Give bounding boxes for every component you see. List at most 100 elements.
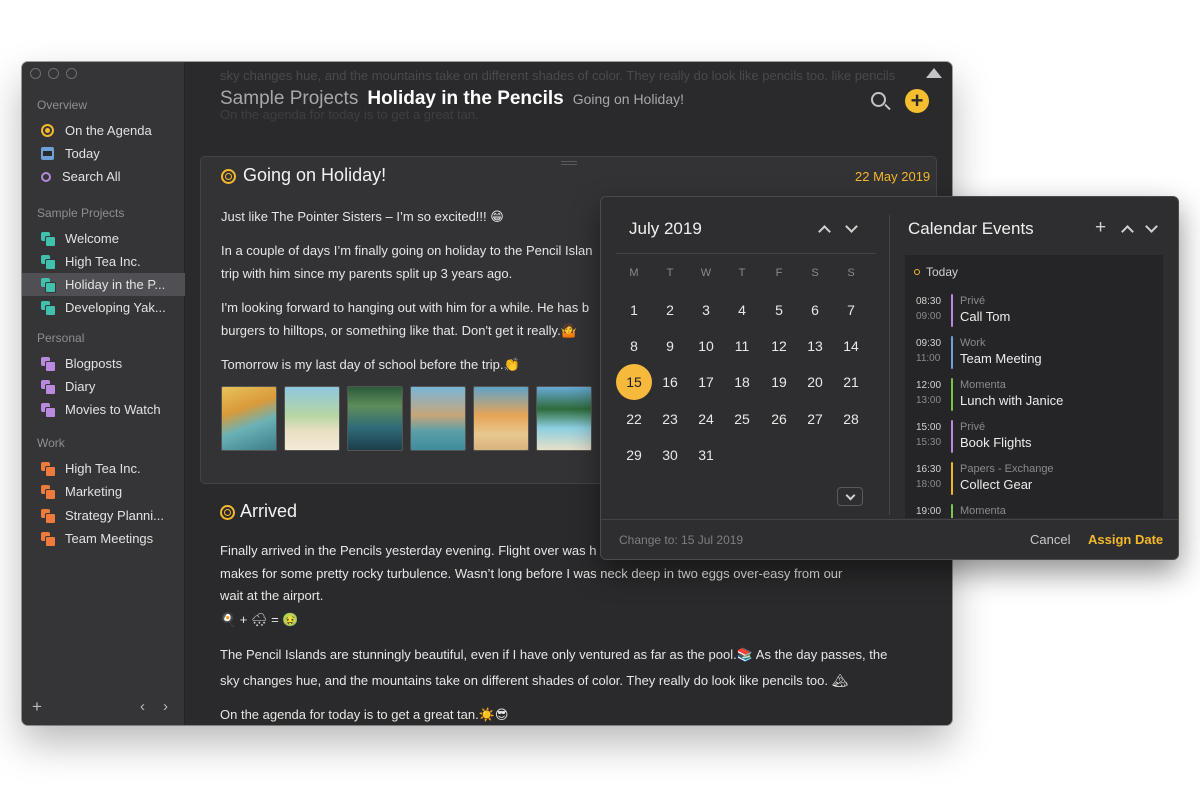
image-thumbnail[interactable] [284, 386, 340, 451]
calendar-day[interactable]: 18 [724, 364, 760, 400]
sidebar-item-label: Movies to Watch [65, 402, 161, 417]
calendar-day[interactable]: 24 [688, 401, 724, 437]
calendar-day[interactable]: 20 [797, 364, 833, 400]
calendar-day[interactable]: 29 [616, 437, 652, 473]
sidebar-item-today[interactable]: Today [22, 142, 185, 165]
image-gallery [221, 386, 592, 451]
event-calendar: Privé [960, 295, 986, 307]
minimize-window-button[interactable] [48, 68, 59, 79]
event-calendar-color [951, 294, 953, 327]
breadcrumb-project[interactable]: Sample Projects [220, 88, 358, 110]
sidebar-item-team-meetings[interactable]: Team Meetings [22, 527, 185, 550]
image-thumbnail[interactable] [536, 386, 592, 451]
event-item[interactable]: 12:00 13:00 Momenta Lunch with Janice [905, 376, 1163, 414]
zoom-window-button[interactable] [66, 68, 77, 79]
sidebar-item-developing-yak[interactable]: Developing Yak... [22, 296, 185, 319]
image-thumbnail[interactable] [221, 386, 277, 451]
calendar-day[interactable]: 6 [797, 292, 833, 328]
calendar-day[interactable]: 27 [797, 401, 833, 437]
calendar-day[interactable]: 28 [833, 401, 869, 437]
image-thumbnail[interactable] [347, 386, 403, 451]
sidebar-item-search-all[interactable]: Search All [22, 165, 185, 188]
calendar-day[interactable]: 7 [833, 292, 869, 328]
chevron-up-icon[interactable] [1121, 225, 1134, 238]
calendar-day[interactable]: 13 [797, 328, 833, 364]
assign-date-button[interactable]: Assign Date [1088, 532, 1163, 547]
search-icon[interactable] [871, 92, 886, 107]
add-project-button[interactable]: + [32, 697, 42, 717]
sidebar-item-label: On the Agenda [65, 123, 152, 138]
calendar-day[interactable]: 21 [833, 364, 869, 400]
event-item[interactable]: 16:30 18:00 Papers - Exchange Collect Ge… [905, 460, 1163, 498]
page-title[interactable]: Holiday in the Pencils [367, 88, 563, 110]
weekday-label: T [738, 267, 746, 279]
note-paragraph: On the agenda for today is to get a grea… [220, 707, 509, 722]
event-item[interactable]: 15:00 15:30 Privé Book Flights [905, 418, 1163, 456]
sidebar-item-label: Blogposts [65, 356, 123, 371]
event-item[interactable]: 19:00 Momenta [905, 502, 1163, 518]
calendar-day[interactable]: 2 [652, 292, 688, 328]
events-title: Calendar Events [908, 219, 1034, 238]
calendar-day[interactable]: 31 [688, 437, 724, 473]
calendar-day[interactable]: 1 [616, 292, 652, 328]
agenda-status-icon[interactable] [221, 169, 236, 184]
calendar-day[interactable]: 8 [616, 328, 652, 364]
chevron-up-icon[interactable] [818, 225, 831, 238]
calendar-day[interactable]: 22 [616, 401, 652, 437]
cancel-button[interactable]: Cancel [1030, 532, 1070, 547]
calendar-day[interactable]: 10 [688, 328, 724, 364]
image-thumbnail[interactable] [473, 386, 529, 451]
expand-calendar-button[interactable] [837, 487, 863, 506]
event-item[interactable]: 08:30 09:00 Privé Call Tom [905, 292, 1163, 330]
sidebar-item-marketing[interactable]: Marketing [22, 480, 185, 503]
back-button[interactable]: ‹ [140, 698, 145, 715]
sidebar-item-on-the-agenda[interactable]: On the Agenda [22, 119, 185, 142]
event-start: 12:00 [916, 380, 942, 391]
sidebar-item-holiday-in-the-pencils[interactable]: Holiday in the P... [22, 273, 185, 296]
drag-handle[interactable] [561, 161, 577, 165]
calendar-day[interactable]: 11 [724, 328, 760, 364]
event-item[interactable]: 09:30 11:00 Work Team Meeting [905, 334, 1163, 372]
agenda-icon [41, 124, 54, 137]
calendar-day[interactable]: 23 [652, 401, 688, 437]
scrolled-text-behind-header: sky changes hue, and the mountains take … [220, 68, 896, 83]
note-date[interactable]: 22 May 2019 [855, 169, 930, 184]
sidebar-item-work-high-tea[interactable]: High Tea Inc. [22, 457, 185, 480]
calendar-day[interactable]: 12 [761, 328, 797, 364]
close-window-button[interactable] [30, 68, 41, 79]
calendar-day-selected[interactable]: 15 [616, 364, 652, 400]
calendar-day[interactable]: 3 [688, 292, 724, 328]
agenda-status-icon[interactable] [220, 505, 235, 520]
sidebar-item-diary[interactable]: Diary [22, 375, 185, 398]
weekday-label: S [811, 267, 819, 279]
event-name: Collect Gear [960, 477, 1033, 492]
share-icon[interactable] [926, 68, 942, 78]
note-paragraph: sky changes hue, and the mountains take … [220, 673, 849, 688]
sidebar-item-strategy-planning[interactable]: Strategy Planni... [22, 504, 185, 527]
sidebar-item-blogposts[interactable]: Blogposts [22, 352, 185, 375]
calendar-day[interactable]: 30 [652, 437, 688, 473]
section-title-personal: Personal [37, 331, 85, 345]
chevron-down-icon[interactable] [845, 220, 858, 233]
calendar-day[interactable]: 9 [652, 328, 688, 364]
sidebar-item-welcome[interactable]: Welcome [22, 227, 185, 250]
event-start: 16:30 [916, 464, 942, 475]
calendar-day[interactable]: 17 [688, 364, 724, 400]
calendar-day[interactable]: 19 [761, 364, 797, 400]
add-note-button[interactable]: + [905, 89, 929, 113]
calendar-day[interactable]: 14 [833, 328, 869, 364]
calendar-day[interactable]: 26 [761, 401, 797, 437]
note-paragraph: Finally arrived in the Pencils yesterday… [220, 543, 597, 558]
sidebar-item-high-tea[interactable]: High Tea Inc. [22, 250, 185, 273]
sidebar-item-movies-to-watch[interactable]: Movies to Watch [22, 398, 185, 421]
breadcrumb-heading[interactable]: Going on Holiday! [573, 91, 684, 107]
popover-footer: Change to: 15 Jul 2019 Cancel Assign Dat… [601, 519, 1178, 559]
add-event-button[interactable]: + [1095, 217, 1106, 239]
calendar-day[interactable]: 25 [724, 401, 760, 437]
calendar-day[interactable]: 4 [724, 292, 760, 328]
calendar-day[interactable]: 16 [652, 364, 688, 400]
forward-button[interactable]: › [163, 698, 168, 715]
chevron-down-icon[interactable] [1145, 220, 1158, 233]
image-thumbnail[interactable] [410, 386, 466, 451]
calendar-day[interactable]: 5 [761, 292, 797, 328]
